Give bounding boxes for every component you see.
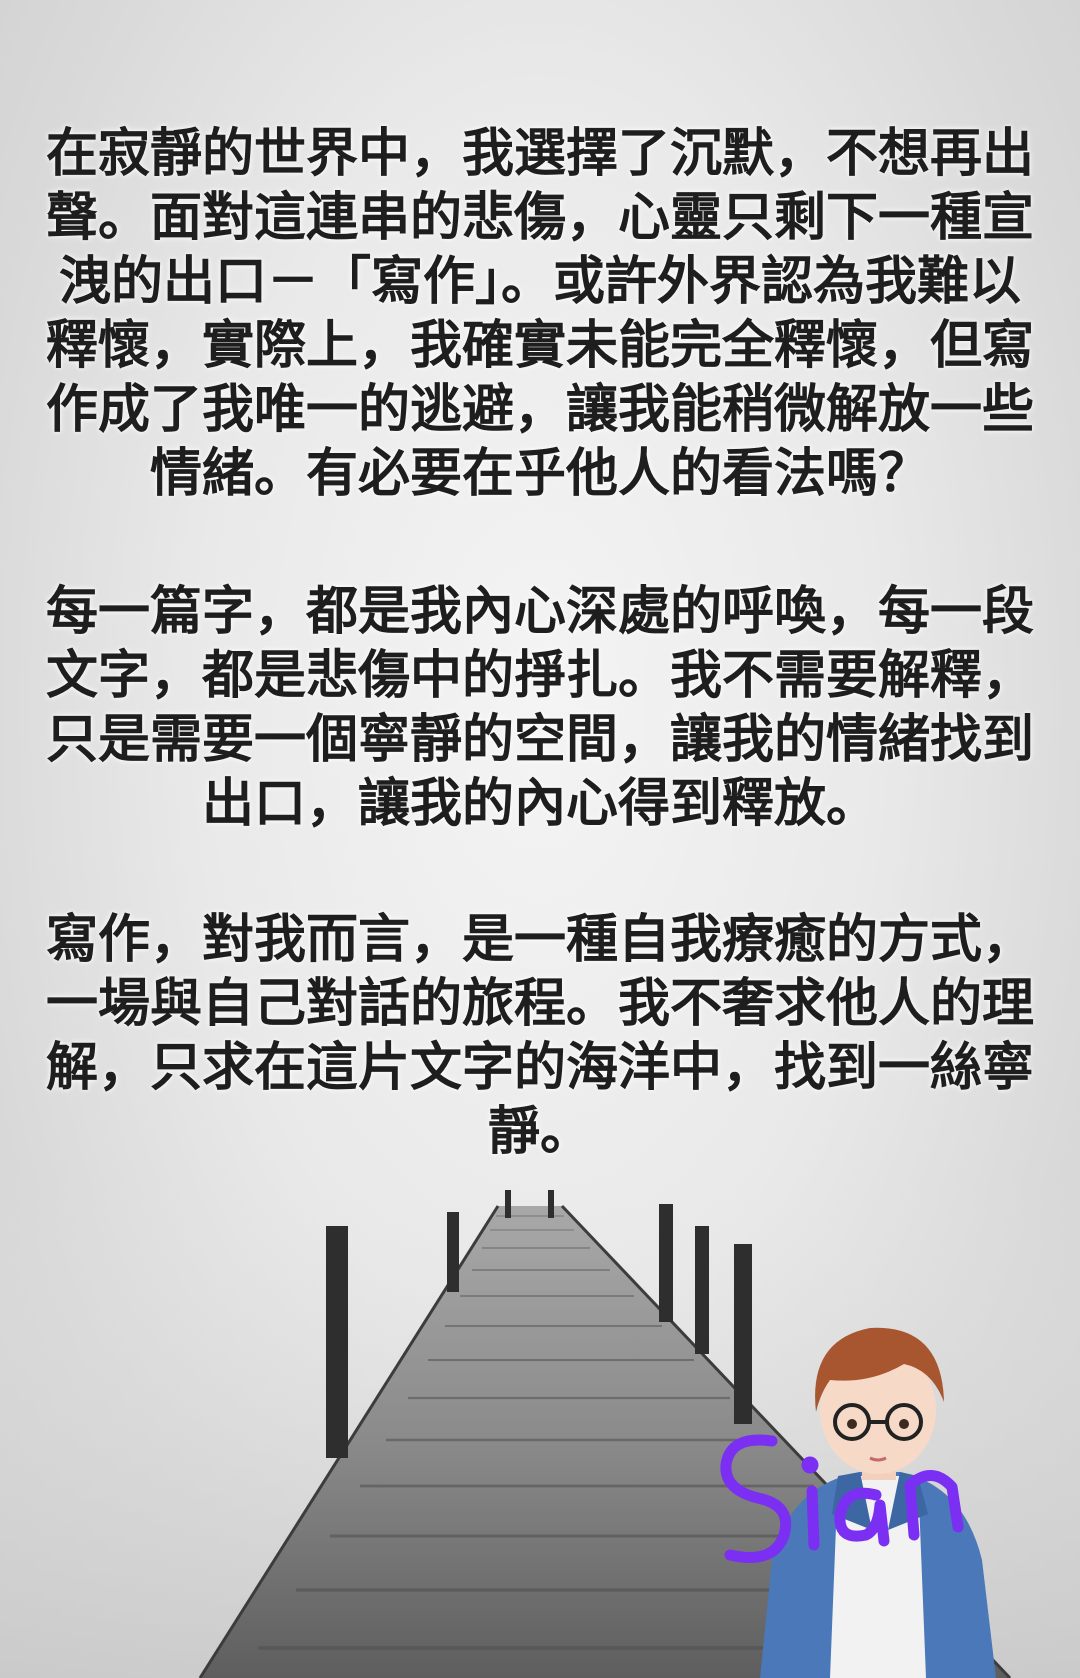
poem-line: 出口，讓我的內心得到釋放。 <box>201 774 878 834</box>
signature-handwriting <box>720 1434 964 1563</box>
poem-line: 洩的出口－「寫作」。或許外界認為我難以 <box>58 252 1021 312</box>
poem-line: 作成了我唯一的逃避，讓我能稍微解放一些 <box>45 380 1034 440</box>
poem-line: 一場與自己對話的旅程。我不奢求他人的理 <box>45 974 1034 1034</box>
poem-paragraph-1: 在寂靜的世界中，我選擇了沉默，不想再出 聲。面對這連串的悲傷，心靈只剩下一種宣 … <box>30 122 1050 506</box>
poem-line: 寫作，對我而言，是一種自我療癒的方式， <box>45 910 1034 970</box>
poem-line: 情緒。有必要在乎他人的看法嗎？ <box>149 444 930 504</box>
poem-line: 解，只求在這片文字的海洋中，找到一絲寧 <box>45 1038 1034 1098</box>
poem-line: 每一篇字，都是我內心深處的呼喚，每一段 <box>45 582 1034 642</box>
poem-line: 只是需要一個寧靜的空間，讓我的情緒找到 <box>45 710 1034 770</box>
poem-paragraph-2: 每一篇字，都是我內心深處的呼喚，每一段 文字，都是悲傷中的掙扎。我不需要解釋， … <box>30 580 1050 836</box>
poem-line: 在寂靜的世界中，我選擇了沉默，不想再出 <box>45 124 1034 184</box>
poem-line: 釋懷，實際上，我確實未能完全釋懷，但寫 <box>45 316 1034 376</box>
poem-line: 靜。 <box>487 1102 592 1162</box>
poem-line: 文字，都是悲傷中的掙扎。我不需要解釋， <box>45 646 1034 706</box>
poem-paragraph-3: 寫作，對我而言，是一種自我療癒的方式， 一場與自己對話的旅程。我不奢求他人的理 … <box>30 908 1050 1164</box>
poem-line: 聲。面對這連串的悲傷，心靈只剩下一種宣 <box>45 188 1034 248</box>
